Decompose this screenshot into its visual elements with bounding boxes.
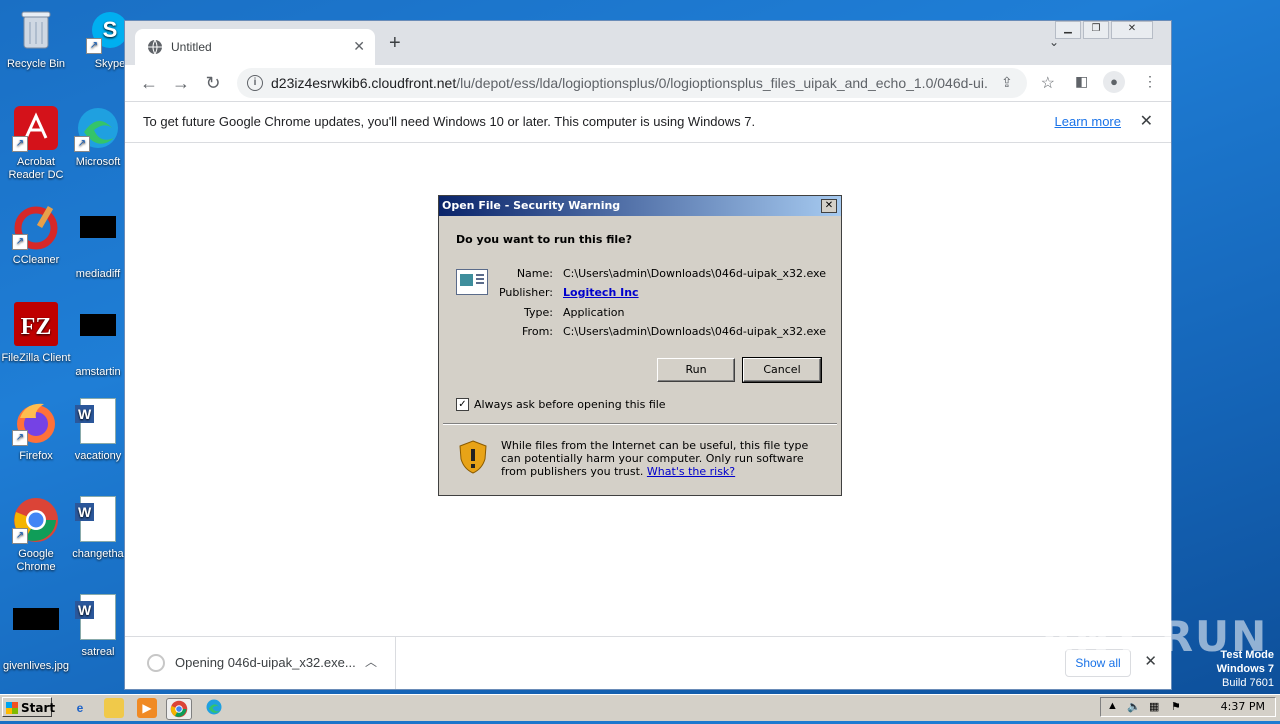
cancel-button[interactable]: Cancel: [742, 357, 822, 383]
test-mode-notice: Test Mode Windows 7 Build 7601: [1217, 648, 1274, 690]
back-arrow-icon[interactable]: ←: [137, 71, 161, 95]
start-button[interactable]: Start: [2, 697, 55, 717]
shortcut-arrow-icon: ↗: [86, 38, 102, 54]
ccleaner-icon: ↗: [12, 202, 60, 250]
dialog-close-button[interactable]: ✕: [821, 199, 837, 213]
acrobat-icon: ↗: [12, 104, 60, 152]
type-label: Type:: [524, 306, 553, 319]
infobar-close-icon[interactable]: ✕: [1140, 111, 1153, 131]
download-filename: Opening 046d-uipak_x32.exe...: [175, 655, 356, 670]
chrome-icon: ↗: [12, 496, 60, 544]
dialog-title: Open File - Security Warning: [442, 199, 621, 212]
update-infobar: To get future Google Chrome updates, you…: [125, 102, 1171, 143]
from-value: C:\Users\admin\Downloads\046d-uipak_x32.…: [563, 325, 826, 338]
name-label: Name:: [516, 267, 553, 280]
browser-tab[interactable]: Untitled ✕: [135, 29, 375, 65]
learn-more-link[interactable]: Learn more: [1055, 114, 1121, 129]
dialog-divider: [443, 423, 837, 425]
volume-icon[interactable]: 🔈: [1127, 700, 1141, 713]
type-value: Application: [563, 306, 625, 319]
edge-icon: ↗: [74, 104, 122, 152]
dialog-title-bar: Open File - Security Warning ✕: [439, 196, 841, 216]
warning-shield-icon: [459, 440, 487, 474]
network-icon[interactable]: ▦: [1149, 700, 1159, 713]
desktop-icon-recycle-bin[interactable]: Recycle Bin: [0, 6, 72, 71]
shortcut-arrow-icon: ↗: [12, 234, 28, 250]
tab-close-icon[interactable]: ✕: [353, 38, 365, 55]
recycle-bin-icon: [12, 6, 60, 54]
kebab-menu-icon[interactable]: ⋮: [1143, 73, 1157, 90]
publisher-link[interactable]: Logitech Inc: [563, 286, 639, 299]
clock[interactable]: 4:37 PM: [1221, 700, 1265, 713]
url-domain: d23iz4esrwkib6.cloudfront.net: [271, 75, 457, 91]
shortcut-arrow-icon: ↗: [74, 136, 90, 152]
run-button[interactable]: Run: [657, 358, 735, 382]
restore-button[interactable]: ❐: [1083, 21, 1109, 39]
word-document-icon: W: [74, 398, 122, 446]
always-ask-checkbox[interactable]: ✓: [456, 398, 469, 411]
forward-arrow-icon[interactable]: →: [169, 71, 193, 95]
security-warning-dialog: Open File - Security Warning ✕ Do you wa…: [438, 195, 842, 496]
browser-toolbar: ← → ↻ i d23iz4esrwkib6.cloudfront.net/lu…: [125, 65, 1171, 102]
address-bar[interactable]: i d23iz4esrwkib6.cloudfront.net/lu/depot…: [237, 68, 1055, 98]
desktop-icon-label: givenlives.jpg: [2, 660, 70, 672]
minimize-button[interactable]: ▁: [1055, 21, 1081, 39]
os-version-text: Windows 7: [1216, 663, 1274, 675]
site-info-icon[interactable]: i: [247, 75, 263, 91]
show-hidden-icons-icon[interactable]: ▲: [1107, 700, 1118, 712]
system-tray: ▲ 🔈 ▦ ⚑ 4:37 PM: [1100, 697, 1276, 717]
svg-text:S: S: [103, 17, 118, 42]
from-label: From:: [522, 325, 553, 338]
desktop-icon-label: Recycle Bin: [6, 58, 66, 70]
chrome-taskbar-icon[interactable]: [166, 698, 192, 720]
download-shelf: Opening 046d-uipak_x32.exe... ︿ Show all…: [125, 636, 1171, 689]
tab-title: Untitled: [171, 40, 212, 54]
warning-text-block: While files from the Internet can be use…: [501, 439, 821, 478]
file-thumbnail-icon: [74, 314, 122, 362]
media-player-icon[interactable]: ▶: [137, 698, 157, 718]
edge-taskbar-icon[interactable]: [204, 698, 224, 718]
chevron-up-icon[interactable]: ︿: [365, 653, 377, 670]
infobar-message: To get future Google Chrome updates, you…: [143, 114, 756, 129]
word-document-icon: W: [74, 594, 122, 642]
word-document-icon: W: [74, 496, 122, 544]
whats-the-risk-link[interactable]: What's the risk?: [647, 465, 735, 478]
download-progress-icon: [147, 654, 165, 672]
svg-text:FZ: FZ: [21, 314, 52, 340]
test-mode-text: Test Mode: [1220, 649, 1274, 661]
tab-strip: Untitled ✕ + ⌄ ▁ ❐ ✕: [125, 21, 1171, 65]
action-center-flag-icon[interactable]: ⚑: [1171, 700, 1181, 713]
internet-explorer-icon[interactable]: e: [70, 698, 90, 718]
download-item[interactable]: Opening 046d-uipak_x32.exe... ︿: [125, 637, 396, 689]
firefox-icon: ↗: [12, 398, 60, 446]
publisher-label: Publisher:: [498, 286, 553, 299]
window-controls: ▁ ❐ ✕: [1053, 21, 1153, 39]
url-path: /lu/depot/ess/lda/logioptionsplus/0/logi…: [456, 75, 989, 91]
dialog-question: Do you want to run this file?: [456, 233, 632, 246]
globe-icon: [148, 39, 162, 55]
reload-icon[interactable]: ↻: [201, 71, 225, 95]
shortcut-arrow-icon: ↗: [12, 528, 28, 544]
share-icon[interactable]: ⇪: [1001, 74, 1013, 91]
shortcut-arrow-icon: ↗: [12, 136, 28, 152]
url-text: d23iz4esrwkib6.cloudfront.net/lu/depot/e…: [271, 75, 989, 91]
filezilla-icon: FZ: [12, 300, 60, 348]
name-value: C:\Users\admin\Downloads\046d-uipak_x32.…: [563, 267, 826, 280]
new-tab-button[interactable]: +: [389, 33, 401, 53]
bookmark-star-icon[interactable]: ☆: [1041, 73, 1055, 93]
taskbar: Start e ▶ ▲ 🔈 ▦ ⚑ 4:37 PM: [0, 694, 1280, 721]
image-thumbnail-icon: [12, 608, 60, 656]
profile-avatar-icon[interactable]: ●: [1103, 71, 1125, 93]
shortcut-arrow-icon: ↗: [12, 430, 28, 446]
file-explorer-icon[interactable]: [104, 698, 124, 718]
window-close-button[interactable]: ✕: [1111, 21, 1153, 39]
build-text: Build 7601: [1222, 677, 1274, 689]
side-panel-icon[interactable]: ◧: [1075, 73, 1088, 90]
file-thumbnail-icon: [74, 216, 122, 264]
always-ask-label: Always ask before opening this file: [474, 398, 666, 411]
